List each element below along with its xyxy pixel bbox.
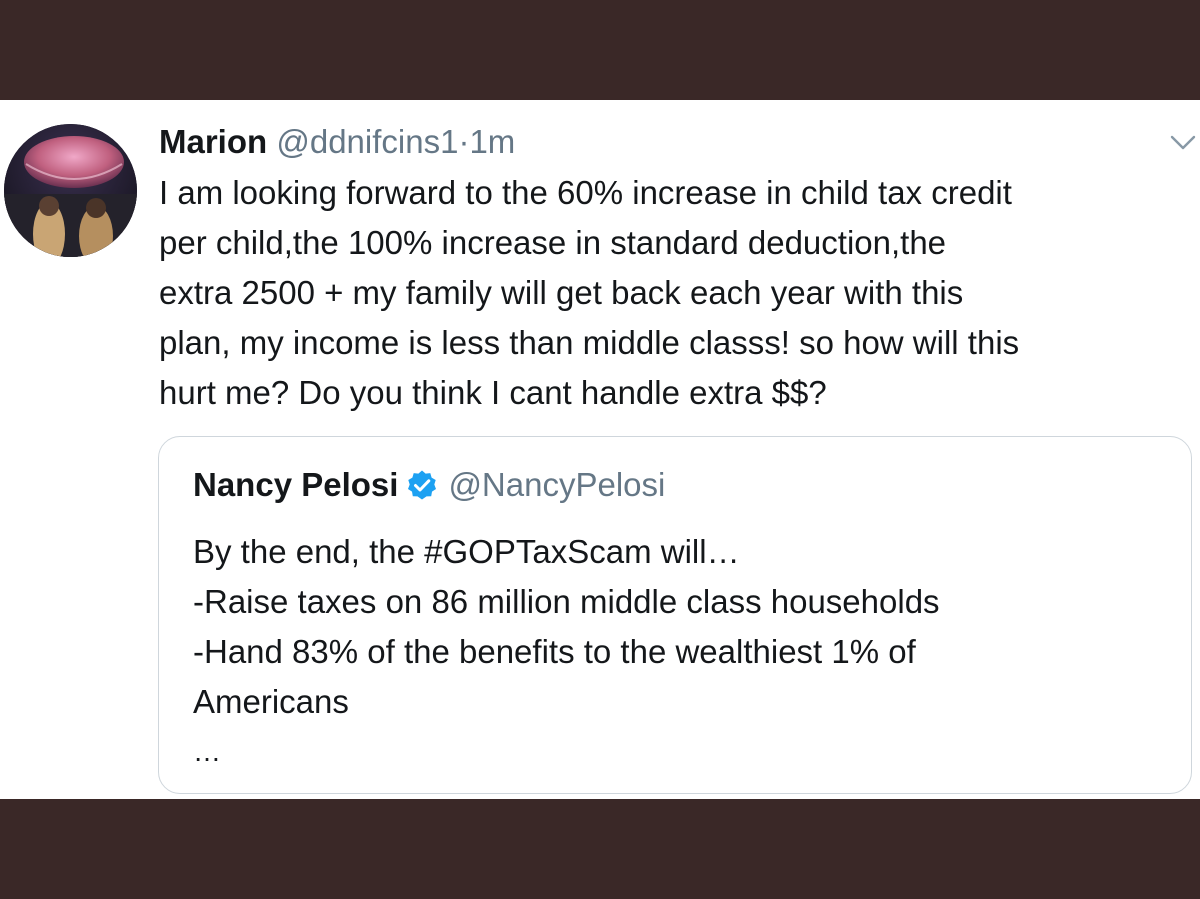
tweet-text: I am looking forward to the 60% increase… xyxy=(159,168,1194,418)
tweet-text-line: I am looking forward to the 60% increase… xyxy=(159,174,1012,211)
screenshot-frame: Marion @ddnifcins1·1m I am looking forwa… xyxy=(0,0,1200,899)
quoted-author-handle: @NancyPelosi xyxy=(448,466,666,503)
chevron-down-icon[interactable] xyxy=(1170,135,1196,151)
tweet-text-line: per child,the 100% increase in standard … xyxy=(159,224,947,261)
quoted-text-line: -Raise taxes on 86 million middle class … xyxy=(193,583,940,620)
tweet-text-line: plan, my income is less than middle clas… xyxy=(159,324,1020,361)
quoted-text-line: -Hand 83% of the benefits to the wealthi… xyxy=(193,633,916,670)
quoted-tweet-card[interactable]: Nancy Pelosi @NancyPelosi By the end, th… xyxy=(158,436,1192,794)
tweet-time[interactable]: 1m xyxy=(469,123,515,160)
quoted-tweet-text: By the end, the #GOPTaxScam will… -Raise… xyxy=(193,527,1173,727)
quoted-text-truncation: … xyxy=(193,736,221,767)
author-name[interactable]: Marion xyxy=(159,123,267,160)
verified-badge-icon xyxy=(408,470,437,500)
quoted-text-line: Americans xyxy=(193,683,349,720)
quoted-author-name: Nancy Pelosi xyxy=(193,466,399,503)
avatar-image xyxy=(4,124,137,257)
tweet-text-line: hurt me? Do you think I cant handle extr… xyxy=(159,374,827,411)
tweet[interactable]: Marion @ddnifcins1·1m I am looking forwa… xyxy=(0,100,1200,799)
separator-dot: · xyxy=(458,123,470,160)
quoted-tweet-header: Nancy Pelosi @NancyPelosi xyxy=(193,465,665,505)
tweet-header: Marion @ddnifcins1·1m xyxy=(159,122,515,162)
quoted-text-line: By the end, the #GOPTaxScam will… xyxy=(193,533,740,570)
tweet-text-line: extra 2500 + my family will get back eac… xyxy=(159,274,964,311)
author-handle[interactable]: @ddnifcins1 xyxy=(276,123,458,160)
avatar[interactable] xyxy=(4,124,137,257)
